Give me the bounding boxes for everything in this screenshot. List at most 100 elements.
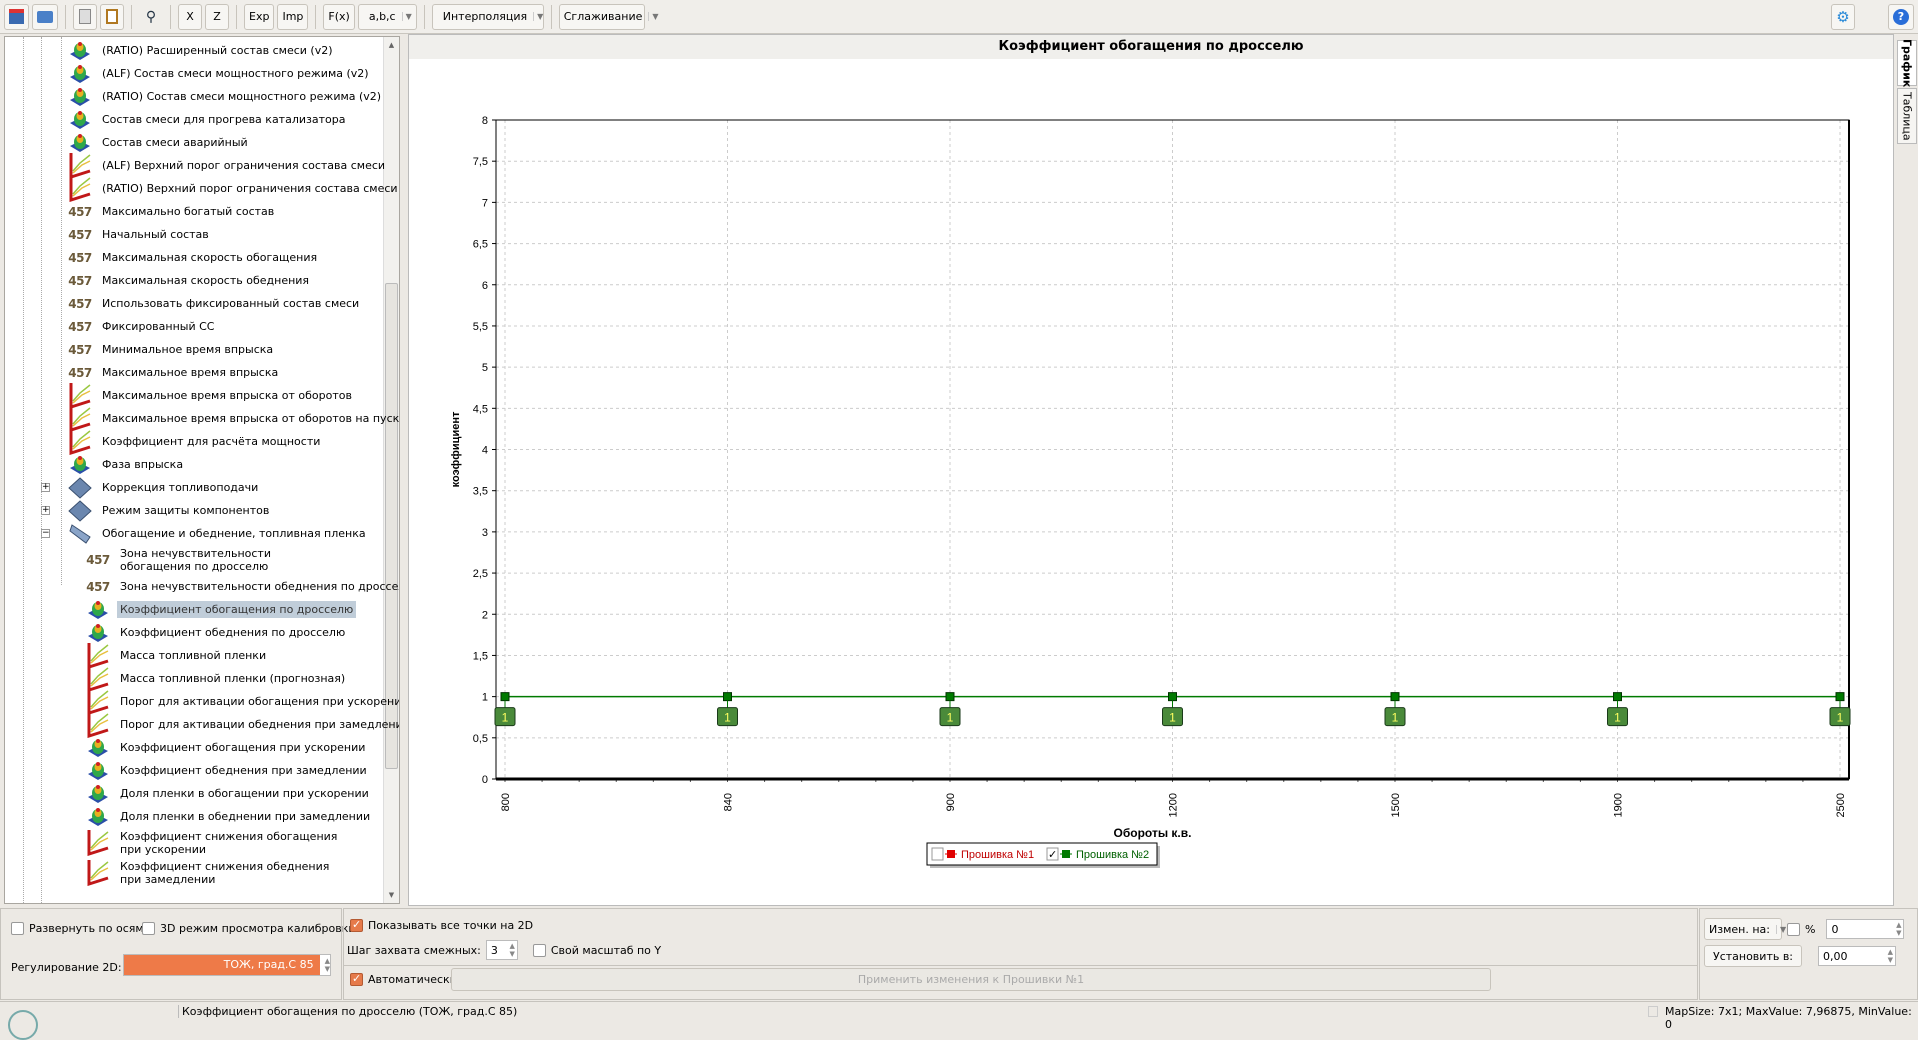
chart-panel: Коэффициент обогащения по дросселю 0 0,5 1… [408,34,1894,906]
map-info: MapSize: 7x1; MaxValue: 7,96875, MinValu… [1665,1005,1912,1031]
tree-item[interactable]: Максимальное время впрыска от оборотов [67,382,355,409]
change-value-spinbox[interactable]: 0 ▲ ▼ [1826,919,1905,939]
graph-icon [67,152,93,179]
tree-item-label: Обогащение и обеднение, топливная пленка [102,527,366,540]
folder-icon [37,10,53,23]
tree-item[interactable]: Состав смеси для прогрева катализатора [67,108,348,131]
tree-item[interactable]: + Коррекция топливоподачи [41,476,261,499]
tree-item[interactable]: (RATIO) Расширенный состав смеси (v2) [67,39,336,62]
tree-item[interactable]: 457 Максимально богатый состав [67,200,277,223]
show-all-points-label: Показывать все точки на 2D [368,919,534,932]
import-button[interactable]: Imp [277,3,309,30]
tree-item[interactable]: (ALF) Состав смеси мощностного режима (v… [67,62,372,85]
toolbar: ⚲ X Z Exp Imp F(x) a,b,c ▼ Интерполяция ▼ … [0,0,1918,34]
settings-button[interactable]: ⚙ [1831,3,1855,30]
x-tick-label: 1200 [1168,793,1180,817]
tree-item-label: Максимально богатый состав [102,205,275,218]
tree-item[interactable]: Максимальное время впрыска от оборотов н… [67,405,399,432]
tree-item[interactable]: 457 Минимальное время впрыска [67,338,276,361]
tree-item[interactable]: 457 Фиксированный СС [67,315,217,338]
tree-item[interactable]: Доля пленки в обеднении при замедлении [85,805,373,828]
set-value: 0,00 [1823,949,1848,963]
tree-item-label: Фиксированный СС [102,320,215,333]
set-value-spinbox[interactable]: 0,00 ▲ ▼ [1818,946,1896,966]
tree-item-label: Масса топливной пленки [120,649,267,662]
tree-item[interactable]: 457 Максимальная скорость обеднения [67,269,312,292]
expand-icon[interactable]: + [41,506,50,515]
tree-item[interactable]: 457 Начальный состав [67,223,212,246]
save-button[interactable] [4,3,29,30]
tree-item[interactable]: 457 Зона нечувствительности обеднения по … [85,575,399,598]
tree-item[interactable]: Коэффициент обогащения по дросселю [85,598,357,621]
tree-item[interactable]: Коэффициент обеднения по дросселю [85,621,348,644]
smoothing-dropdown[interactable]: Сглаживание ▼ [558,3,659,30]
find-button[interactable]: ⚲ [139,4,163,30]
x-tick-label: 840 [723,793,735,811]
tree-item[interactable]: (RATIO) Состав смеси мощностного режима … [67,85,384,108]
calibration-tree[interactable]: ▲ ▼ (RATIO) Расширенный состав смеси (v2… [4,36,400,904]
percent-checkbox[interactable] [1787,922,1800,936]
y-tick-label: 5 [482,362,488,374]
tab-graph[interactable]: График [1897,39,1917,87]
interpolation-dropdown[interactable]: Интерполяция ▼ [431,3,544,30]
help-icon: ? [1893,8,1909,25]
tree-item[interactable]: (ALF) Верхний порог ограничения состава … [67,152,388,179]
tree-item[interactable]: + Режим защиты компонентов [41,499,272,522]
tree-item[interactable]: 457 Максимальная скорость обогащения [67,246,320,269]
tab-table[interactable]: Таблица [1897,88,1917,144]
step-value: 3 [490,943,498,957]
z-button[interactable]: Z [205,3,229,30]
step-spinbox[interactable]: 3 ▲ ▼ [485,940,518,960]
tree-item[interactable]: Коэффициент обогащения при ускорении [85,736,368,759]
function-button[interactable]: F(x) [323,3,355,30]
auto-checkbox[interactable] [350,972,363,986]
chart[interactable]: 0 0,5 1 1,5 2 2,5 3 3,5 4 4,5 5 5,5 6 6,5 7 7,5 8 800 840 9… [409,35,1895,907]
change-by-dropdown[interactable]: Измен. на: ▼ [1704,918,1786,940]
x-button[interactable]: X [178,3,202,30]
paste-button[interactable] [100,3,124,30]
expand-axes-checkbox[interactable] [11,922,24,935]
abc-dropdown[interactable]: a,b,c ▼ [357,3,417,30]
tree-item[interactable]: Порог для активации обеднения при замедл… [85,711,399,738]
spin-arrows-icon[interactable]: ▲ ▼ [1896,921,1901,937]
set-to-button[interactable]: Установить в: [1704,945,1802,967]
tree-item[interactable]: − Обогащение и обеднение, топливная пленк… [41,522,369,545]
tree-item[interactable]: Порог для активации обогащения при ускор… [85,688,399,715]
graph-icon [85,860,111,886]
tree-item-label: (RATIO) Верхний порог ограничения состав… [102,182,398,195]
tree-item[interactable]: Коэффициент снижения обеднения при замед… [85,858,385,888]
expand-icon[interactable]: + [41,483,50,492]
copy-button[interactable] [73,3,97,30]
tree-item[interactable]: Масса топливной пленки [85,642,269,669]
scroll-down-icon[interactable]: ▼ [384,891,399,899]
tree-item[interactable]: Фаза впрыска [67,453,186,476]
tree-item-label: Коэффициент для расчёта мощности [102,435,321,448]
y-tick-label: 3 [482,527,488,539]
own-scale-checkbox[interactable] [532,943,546,957]
tree-item[interactable]: Коэффициент обеднения при замедлении [85,759,370,782]
const-icon: 457 [68,342,92,357]
tree-item[interactable]: 457 Зона нечувствительности обогащения по… [85,545,385,575]
export-button[interactable]: Exp [244,3,275,30]
tree-item[interactable]: Коэффициент снижения обогащения при уско… [85,828,385,858]
reg2d-spinbox[interactable]: ТОЖ, град.С 85 ▲ ▼ [123,954,331,976]
tree-item[interactable]: 457 Максимальное время впрыска [67,361,281,384]
spin-arrows-icon[interactable]: ▲ ▼ [325,957,330,973]
tree-item[interactable]: Доля пленки в обогащении при ускорении [85,782,372,805]
3d-mode-checkbox[interactable] [142,922,155,935]
tree-item[interactable]: Коэффициент для расчёта мощности [67,428,323,455]
show-all-points-checkbox[interactable] [350,918,363,932]
open-button[interactable] [32,3,58,30]
spin-arrows-icon[interactable]: ▲ ▼ [1888,948,1893,964]
surface-icon [67,454,93,476]
help-button[interactable]: ? [1888,3,1914,30]
collapse-icon[interactable]: − [41,529,50,538]
scroll-up-icon[interactable]: ▲ [384,41,399,49]
apply-changes-button[interactable]: Применить изменения к Прошивки №1 [451,968,1491,991]
tree-item[interactable]: 457 Использовать фиксированный состав сме… [67,292,362,315]
tree-item[interactable]: Масса топливной пленки (прогнозная) [85,665,348,692]
tree-item[interactable]: (RATIO) Верхний порог ограничения состав… [67,175,399,202]
spin-arrows-icon[interactable]: ▲ ▼ [509,942,514,958]
tree-item[interactable]: Состав смеси аварийный [67,131,251,154]
gear-icon: ⚙ [1836,7,1850,26]
